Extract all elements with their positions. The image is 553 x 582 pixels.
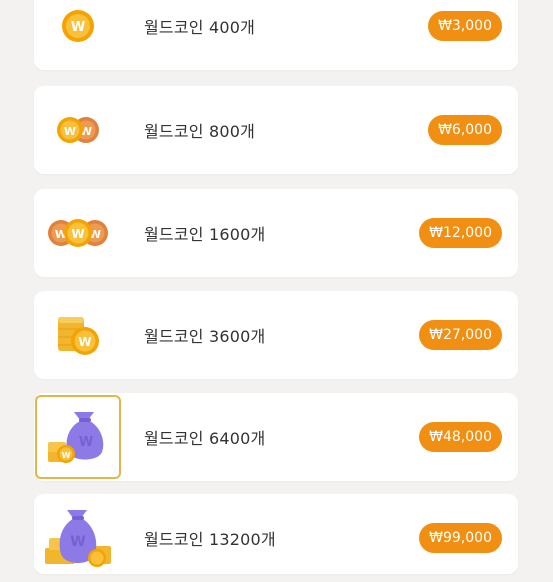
item-label: 월드코인 1600개 — [144, 225, 266, 244]
item-label: 월드코인 800개 — [144, 122, 256, 141]
item-label: 월드코인 3600개 — [144, 327, 266, 346]
item-label: 월드코인 13200개 — [144, 530, 276, 549]
coin-icon: W — [61, 9, 95, 43]
coin-stack-icon: W — [55, 313, 101, 357]
three-coins-icon: W W W — [47, 217, 109, 249]
item-icon-box: W W W — [34, 189, 122, 277]
item-icon-box: W — [34, 291, 122, 379]
shop-item-13200[interactable]: W 월드코인 13200개 ₩99,000 — [34, 494, 518, 574]
item-icon-box: W — [34, 0, 122, 70]
price-button[interactable]: ₩6,000 — [428, 115, 502, 145]
selected-item-frame: W W — [35, 395, 121, 479]
svg-text:W: W — [70, 534, 85, 550]
shop-item-6400[interactable]: W W 월드코인 6400개 ₩48,000 — [34, 393, 518, 481]
shop-item-1600[interactable]: W W W 월드코인 1600개 ₩12,000 — [34, 189, 518, 277]
shop-item-400[interactable]: W 월드코인 400개 ₩3,000 — [34, 0, 518, 70]
price-button[interactable]: ₩27,000 — [419, 320, 502, 350]
large-money-bag-icon: W — [41, 508, 115, 568]
svg-text:W: W — [78, 335, 91, 349]
svg-text:W: W — [64, 125, 76, 138]
item-icon-box: W — [34, 494, 122, 582]
item-label: 월드코인 400개 — [144, 18, 256, 37]
shop-item-800[interactable]: W W 월드코인 800개 ₩6,000 — [34, 86, 518, 174]
two-coins-icon: W W — [53, 115, 103, 145]
price-button[interactable]: ₩99,000 — [419, 523, 502, 553]
svg-text:W: W — [79, 435, 93, 450]
money-bag-icon: W W — [46, 408, 110, 466]
svg-text:W: W — [62, 451, 71, 460]
item-icon-box: W W — [34, 86, 122, 174]
price-button[interactable]: ₩48,000 — [419, 422, 502, 452]
shop-item-3600[interactable]: W 월드코인 3600개 ₩27,000 — [34, 291, 518, 379]
item-label: 월드코인 6400개 — [144, 429, 266, 448]
svg-text:W: W — [71, 227, 84, 241]
price-button[interactable]: ₩3,000 — [428, 11, 502, 41]
svg-text:W: W — [71, 20, 85, 35]
price-button[interactable]: ₩12,000 — [419, 218, 502, 248]
